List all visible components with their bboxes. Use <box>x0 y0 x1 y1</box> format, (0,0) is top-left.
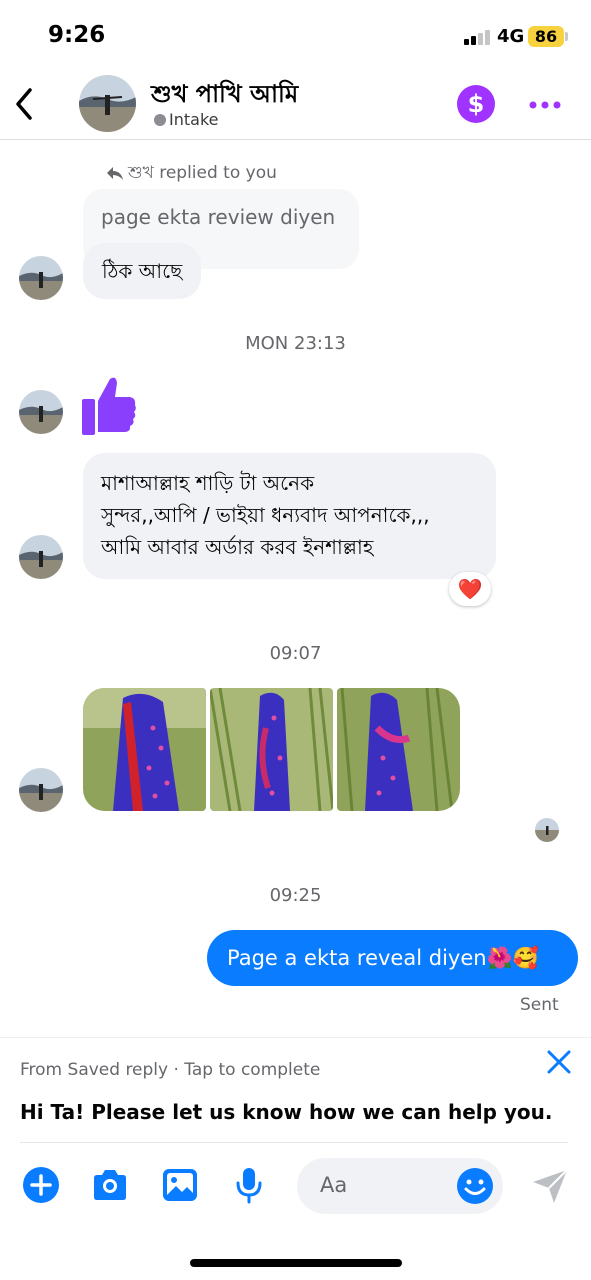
payment-button[interactable]: $ <box>457 85 495 123</box>
seen-avatar <box>535 818 559 842</box>
battery-cap <box>565 32 568 41</box>
outgoing-message-bubble[interactable]: Page a ekta reveal diyen🌺🥰 <box>207 930 578 986</box>
camera-icon <box>94 1170 126 1200</box>
back-button[interactable] <box>8 82 44 126</box>
gallery-icon <box>163 1169 197 1201</box>
saved-reply-text[interactable]: Hi Ta! Please let us know how we can hel… <box>20 1100 553 1124</box>
message-text: ঠিক আছে <box>102 259 183 283</box>
battery-icon: 86 <box>528 26 564 47</box>
network-label: 4G <box>497 26 525 47</box>
message-bubble-long[interactable]: মাশাআল্লাহ শাড়ি টা অনেক সুন্দর,,আপি / ভ… <box>83 453 496 579</box>
divider <box>20 1142 568 1143</box>
timestamp: 09:07 <box>269 643 322 664</box>
send-button[interactable] <box>530 1166 570 1206</box>
saved-reply-panel[interactable]: From Saved reply · Tap to complete Hi Ta… <box>0 1037 591 1142</box>
photo-attachment[interactable] <box>337 688 460 811</box>
send-icon <box>533 1169 568 1203</box>
gallery-button[interactable] <box>161 1166 199 1204</box>
heart-icon: ❤️ <box>457 577 483 601</box>
contact-avatar[interactable] <box>79 75 136 132</box>
microphone-icon <box>236 1168 262 1204</box>
smiley-icon <box>457 1168 493 1204</box>
plus-circle-icon <box>23 1167 59 1203</box>
signal-icon <box>464 29 492 45</box>
message-input-placeholder: Aa <box>320 1173 348 1197</box>
timestamp: MON 23:13 <box>245 333 346 354</box>
status-bar: 9:26 4G 86 <box>0 0 591 70</box>
message-line: মাশাআল্লাহ শাড়ি টা অনেক <box>101 471 315 495</box>
sender-avatar[interactable] <box>19 535 63 579</box>
camera-button[interactable] <box>91 1166 129 1204</box>
sent-status: Sent <box>520 995 559 1015</box>
label-dot <box>154 114 166 126</box>
sender-avatar[interactable] <box>19 768 63 812</box>
home-indicator <box>190 1259 402 1267</box>
message-line: আমি আবার অর্ডার করব ইনশাল্লাহ <box>101 535 374 559</box>
photo-attachment[interactable] <box>83 688 206 811</box>
more-dots-icon <box>529 101 561 109</box>
quoted-message-text: page ekta review diyen <box>101 205 336 229</box>
composer-bar: Aa <box>0 1150 591 1220</box>
microphone-button[interactable] <box>230 1166 268 1204</box>
label-text: Intake <box>169 110 219 129</box>
contact-label: Intake <box>154 110 218 129</box>
status-time: 9:26 <box>48 22 106 48</box>
reply-indicator-text: শুখ replied to you <box>128 163 277 183</box>
thumbs-up-message[interactable] <box>80 375 138 437</box>
reply-arrow-icon <box>107 167 123 180</box>
close-saved-reply-button[interactable] <box>543 1046 575 1078</box>
timestamp: 09:25 <box>269 885 322 906</box>
thumbs-up-icon <box>82 377 136 435</box>
more-options-button[interactable] <box>526 95 566 115</box>
heart-reaction[interactable]: ❤️ <box>449 572 491 606</box>
sender-avatar[interactable] <box>19 256 63 300</box>
add-button[interactable] <box>22 1166 60 1204</box>
emoji-button[interactable] <box>456 1167 494 1205</box>
reply-indicator: শুখ replied to you <box>106 160 277 188</box>
saved-reply-caption: From Saved reply · Tap to complete <box>20 1060 321 1080</box>
conversation-header: শুখ পাখি আমি Intake $ <box>0 70 591 140</box>
message-text: Page a ekta reveal diyen🌺🥰 <box>227 946 539 970</box>
close-icon <box>547 1050 571 1074</box>
sender-avatar[interactable] <box>19 390 63 434</box>
message-bubble-reply[interactable]: ঠিক আছে <box>83 243 202 299</box>
photo-attachment[interactable] <box>210 688 333 811</box>
message-line: সুন্দর,,আপি / ভাইয়া ধন্যবাদ আপনাকে,,, <box>101 503 430 527</box>
chevron-left-icon <box>16 88 32 120</box>
